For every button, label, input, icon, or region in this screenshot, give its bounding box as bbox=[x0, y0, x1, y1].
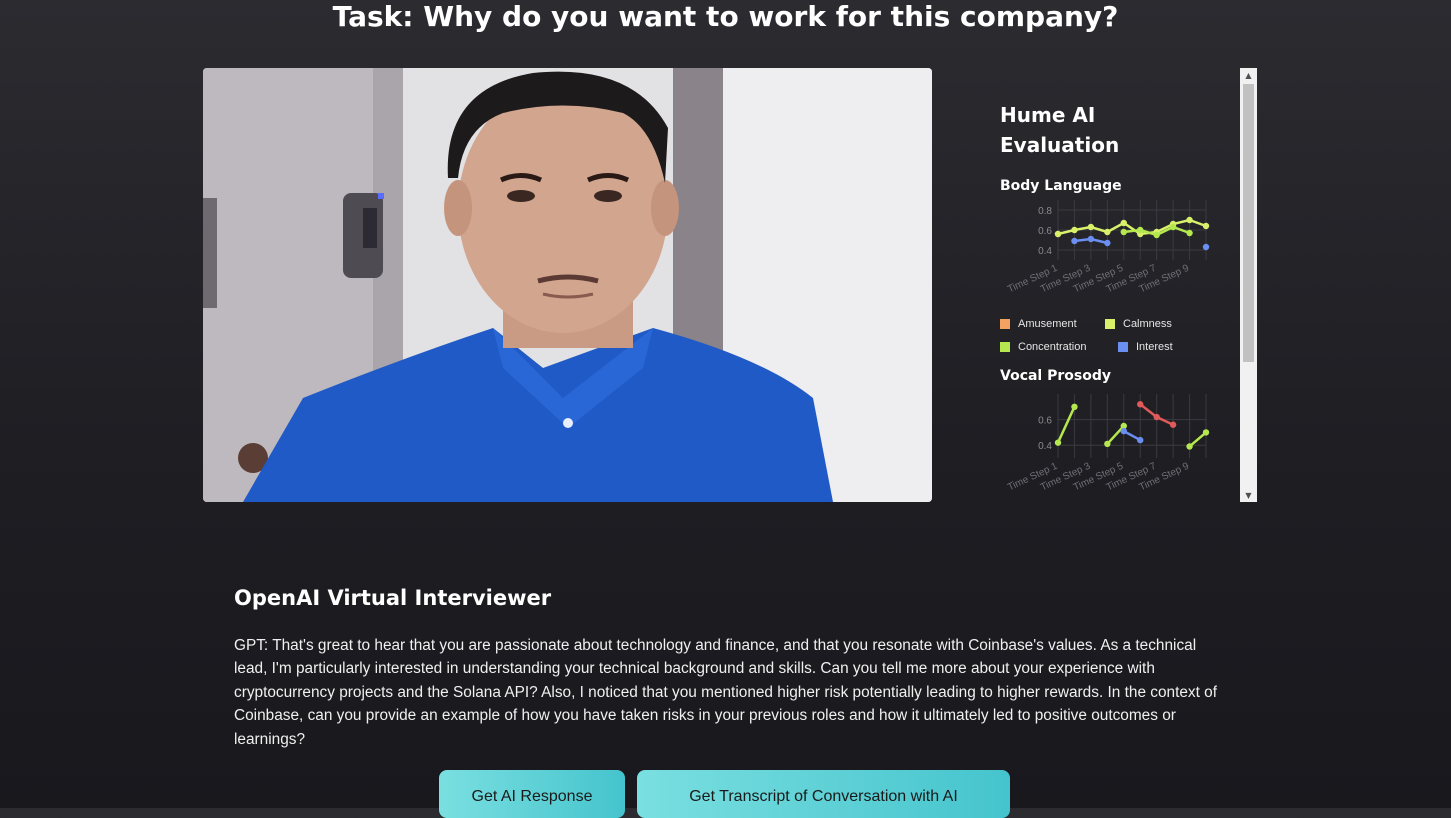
data-point bbox=[1087, 223, 1095, 231]
data-point bbox=[1071, 237, 1078, 245]
data-point bbox=[1202, 222, 1210, 230]
data-point bbox=[1120, 427, 1127, 435]
vocal-prosody-chart: 0.60.4Time Step 1Time Step 3Time Step 5T… bbox=[1006, 394, 1210, 493]
data-point bbox=[1137, 436, 1144, 444]
data-point bbox=[1071, 403, 1078, 410]
data-point bbox=[1137, 226, 1144, 234]
data-point bbox=[1202, 429, 1210, 436]
body-language-chart: 0.80.60.4Time Step 1Time Step 3Time Step… bbox=[1006, 200, 1210, 295]
data-point bbox=[1202, 243, 1210, 251]
data-point bbox=[1186, 216, 1193, 224]
data-point bbox=[1153, 231, 1160, 239]
data-point bbox=[1071, 226, 1078, 234]
panel-scrollbar[interactable]: ▲ ▼ bbox=[1240, 68, 1257, 502]
interviewer-title: OpenAI Virtual Interviewer bbox=[234, 586, 552, 610]
body-language-title: Body Language bbox=[1000, 178, 1122, 194]
data-point bbox=[1120, 228, 1127, 236]
data-point bbox=[1104, 239, 1111, 247]
webcam-video bbox=[203, 68, 932, 502]
legend-item-concentration: Concentration bbox=[1000, 341, 1087, 353]
hume-evaluation-panel[interactable]: Hume AI Evaluation Body Language 0.8 0.6 0… bbox=[996, 68, 1240, 502]
series-line bbox=[1106, 425, 1125, 445]
series-line bbox=[1188, 431, 1207, 448]
legend-item-interest: Interest bbox=[1118, 341, 1173, 353]
scroll-down-icon[interactable]: ▼ bbox=[1240, 488, 1257, 502]
data-point bbox=[1087, 235, 1095, 243]
data-point bbox=[1153, 413, 1160, 421]
data-point bbox=[1054, 439, 1062, 446]
data-point bbox=[1169, 421, 1177, 428]
y-tick-label: 0.4 bbox=[1038, 441, 1052, 452]
y-tick-label: 0.6 bbox=[1038, 416, 1052, 427]
y-tick-label: 0.8 bbox=[1038, 206, 1052, 217]
y-tick-label: 0.4 bbox=[1038, 246, 1052, 257]
y-tick-label: 0.6 bbox=[1038, 226, 1052, 237]
data-point bbox=[1186, 443, 1193, 450]
series-line bbox=[1056, 406, 1076, 444]
get-ai-response-button[interactable]: Get AI Response bbox=[439, 770, 625, 818]
evaluation-title: Hume AI Evaluation bbox=[1000, 103, 1120, 157]
legend-swatch bbox=[1118, 342, 1128, 352]
legend-swatch bbox=[1105, 319, 1115, 329]
vocal-prosody-title: Vocal Prosody bbox=[1000, 368, 1111, 384]
data-point bbox=[1137, 401, 1144, 408]
data-point bbox=[1186, 229, 1193, 237]
data-point bbox=[1054, 230, 1062, 238]
legend-item-amusement: Amusement bbox=[1000, 318, 1077, 330]
legend-swatch bbox=[1000, 342, 1010, 352]
data-point bbox=[1120, 219, 1127, 227]
scroll-up-icon[interactable]: ▲ bbox=[1240, 68, 1257, 82]
get-transcript-button[interactable]: Get Transcript of Conversation with AI bbox=[637, 770, 1010, 818]
task-title: Task: Why do you want to work for this c… bbox=[332, 0, 1119, 33]
gpt-message: GPT: That's great to hear that you are p… bbox=[234, 637, 1218, 748]
data-point bbox=[1104, 228, 1111, 236]
data-point bbox=[1169, 223, 1177, 231]
legend-swatch bbox=[1000, 319, 1010, 329]
data-point bbox=[1104, 440, 1111, 448]
scroll-thumb[interactable] bbox=[1243, 84, 1254, 362]
legend-item-calmness: Calmness bbox=[1105, 318, 1172, 330]
